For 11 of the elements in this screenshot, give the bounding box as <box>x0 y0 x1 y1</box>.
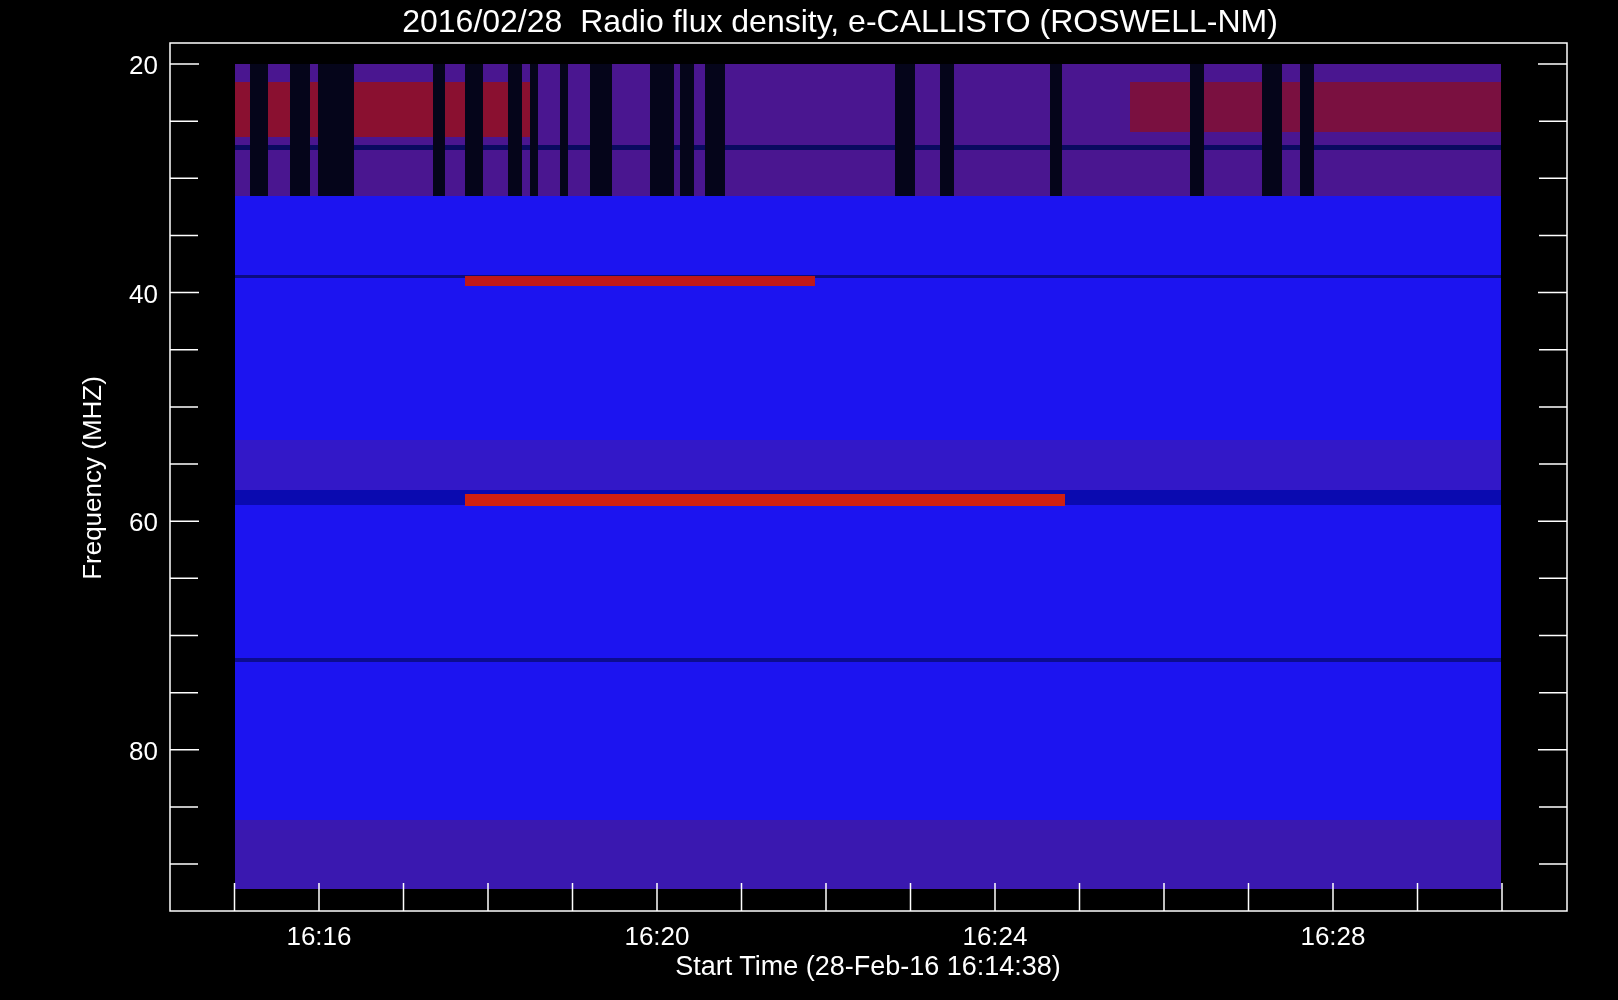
axis-tick-label: 40 <box>129 278 158 309</box>
axis-title: Frequency (MHZ) <box>77 376 107 580</box>
axis-tick-label: 16:28 <box>1300 921 1366 951</box>
axis-tick-label: 16:16 <box>286 921 352 951</box>
axis-title: Start Time (28-Feb-16 16:14:38) <box>675 951 1061 981</box>
axis-tick-label: 16:24 <box>962 921 1028 951</box>
axis-tick-label: 60 <box>129 507 158 538</box>
axis-tick-label: 16:20 <box>624 921 690 951</box>
axis-tick-label: 20 <box>129 50 158 80</box>
chart-title: 2016/02/28 Radio flux density, e-CALLISTO (ROSWELL-NM) <box>402 3 1278 39</box>
axis-tick-label: 80 <box>129 735 158 766</box>
